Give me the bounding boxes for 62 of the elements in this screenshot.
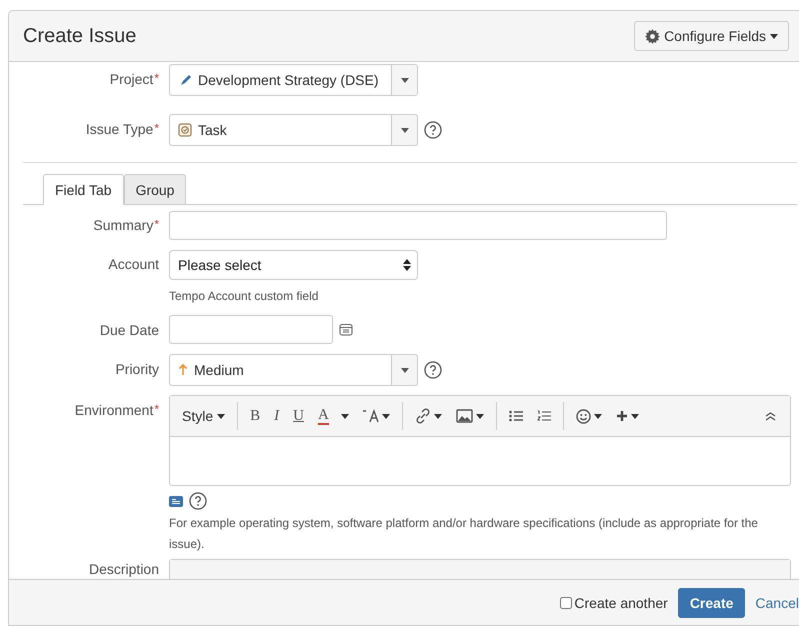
- bullet-list-icon: [508, 410, 523, 422]
- caret-icon: [594, 414, 602, 418]
- caret-icon: [217, 414, 226, 418]
- smiley-icon: [576, 408, 591, 424]
- numbered-list-icon: [536, 410, 551, 422]
- dialog-title: Create Issue: [23, 24, 136, 48]
- help-icon[interactable]: [189, 492, 207, 510]
- field-label: Priority: [114, 360, 159, 377]
- select-field[interactable]: Task: [169, 114, 418, 146]
- collapse-icon[interactable]: [765, 412, 776, 420]
- required-mark: *: [154, 402, 159, 416]
- text-format-icon: [360, 409, 379, 423]
- italic-button[interactable]: I: [268, 402, 286, 430]
- text-mode-icon[interactable]: [169, 496, 183, 506]
- image-icon: [456, 409, 473, 423]
- caret-icon: [476, 414, 484, 418]
- checkbox[interactable]: [560, 596, 572, 608]
- caret-icon: [382, 414, 390, 418]
- help-icon[interactable]: [424, 361, 442, 379]
- task-icon: [178, 123, 192, 137]
- caret-icon: [770, 34, 778, 38]
- caret-icon: [340, 414, 349, 418]
- settings-icon: [645, 28, 660, 44]
- caret-icon: [400, 368, 408, 372]
- caret-icon: [630, 414, 639, 418]
- field-label: Description: [88, 560, 159, 577]
- select-field[interactable]: Please select: [169, 250, 418, 280]
- form-tab[interactable]: Group: [124, 174, 186, 205]
- field-hint: For example operating system, software platform and/or hardware specifications (include as appropriate for the issue).: [169, 515, 759, 553]
- cancel-link[interactable]: Cancel: [755, 594, 799, 610]
- select-field[interactable]: Development Strategy (DSE): [169, 64, 418, 96]
- required-mark: *: [154, 217, 159, 231]
- bold-button[interactable]: B: [244, 402, 266, 430]
- rich-text-editor[interactable]: Style B I U A: [169, 395, 791, 486]
- updown-icon: [403, 259, 411, 271]
- text-field[interactable]: [169, 211, 667, 240]
- form-tab[interactable]: Field Tab: [43, 174, 124, 205]
- field-label: Account: [107, 255, 159, 272]
- up-arrow-icon: [178, 364, 188, 376]
- create-button[interactable]: Create: [678, 588, 746, 618]
- field-hint: Tempo Account custom field: [169, 288, 320, 305]
- select-field[interactable]: Medium: [169, 354, 418, 386]
- required-mark: *: [154, 71, 159, 85]
- required-mark: *: [154, 121, 159, 135]
- calendar-icon[interactable]: [339, 323, 353, 336]
- date-field[interactable]: [169, 315, 333, 344]
- field-label: Summary*: [92, 216, 159, 233]
- caret-icon: [400, 78, 408, 82]
- style-dropdown[interactable]: Style: [176, 402, 232, 430]
- create-another-checkbox[interactable]: Create another: [560, 594, 668, 610]
- plus-icon: [616, 410, 628, 422]
- field-label: Environment*: [74, 401, 159, 418]
- field-label: Issue Type*: [84, 120, 159, 137]
- field-label: Project*: [108, 70, 159, 87]
- help-icon[interactable]: [424, 121, 442, 139]
- caret-icon: [400, 128, 408, 132]
- underline-button[interactable]: U: [287, 402, 310, 430]
- caret-icon: [434, 414, 442, 418]
- link-icon: [414, 408, 431, 424]
- configure-fields-button[interactable]: Configure Fields: [634, 21, 789, 51]
- color-button[interactable]: A: [318, 407, 329, 425]
- field-label: Due Date: [98, 321, 159, 338]
